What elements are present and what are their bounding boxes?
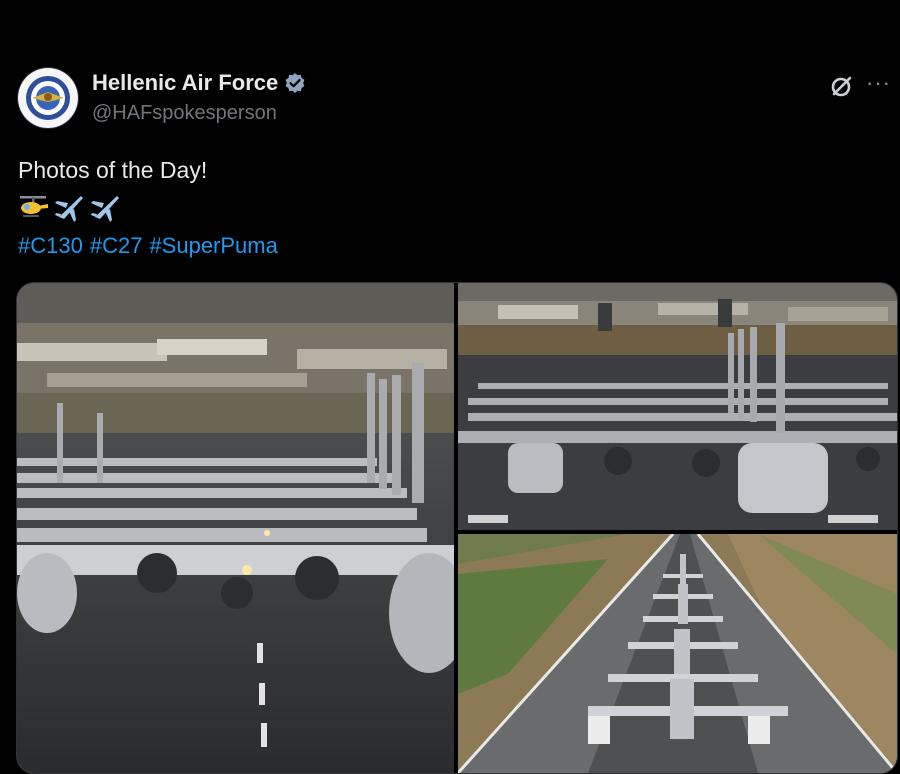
air-force-emblem-icon (19, 69, 77, 127)
more-icon[interactable]: ··· (866, 70, 891, 96)
author-handle[interactable]: @HAFspokesperson (92, 102, 277, 125)
photo-c130-elephant-walk[interactable] (17, 283, 454, 773)
helicopter-emoji-icon (18, 192, 50, 222)
display-name[interactable]: Hellenic Air Force (92, 70, 278, 96)
grok-icon[interactable] (828, 72, 856, 100)
tweet-text: Photos of the Day! (18, 157, 208, 183)
avatar[interactable] (18, 68, 78, 128)
hashtag-c130[interactable]: #C130 (18, 233, 83, 259)
media-grid (16, 282, 898, 774)
hashtag-c27[interactable]: #C27 (90, 233, 143, 259)
emoji-row (18, 192, 122, 222)
verified-badge-icon (284, 72, 306, 94)
tweet-post: Hellenic Air Force @HAFspokesperson ··· … (0, 0, 900, 774)
photo-runway-lineup[interactable] (458, 534, 897, 773)
airplane-emoji-icon (54, 192, 86, 222)
airplane-emoji-icon (90, 192, 122, 222)
author-name-row[interactable]: Hellenic Air Force (92, 70, 306, 96)
hashtag-row: #C130 #C27 #SuperPuma (18, 233, 278, 259)
photo-aircraft-rows-front[interactable] (458, 283, 897, 530)
hashtag-superpuma[interactable]: #SuperPuma (149, 233, 277, 259)
